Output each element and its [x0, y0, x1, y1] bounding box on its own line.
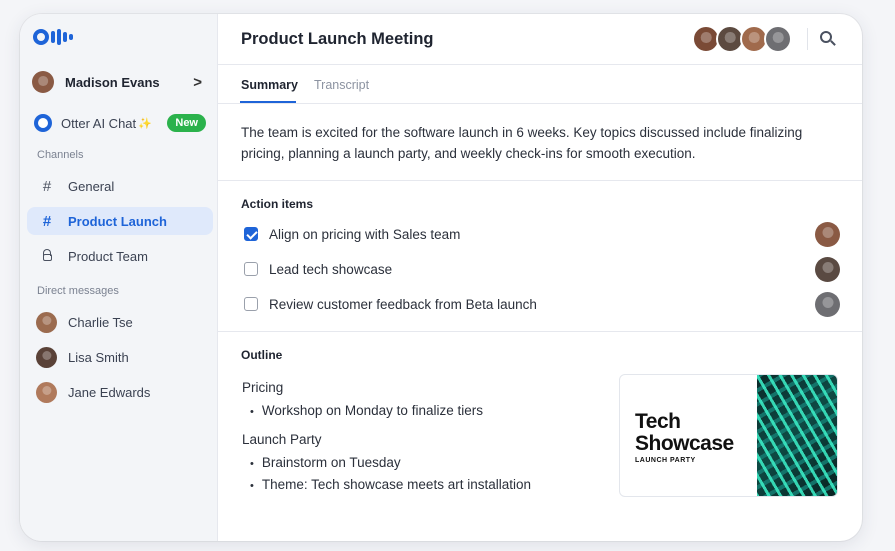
logo-bar — [51, 31, 55, 43]
channel-product-launch[interactable]: # Product Launch — [27, 207, 213, 235]
outline-bullet: Brainstorm on Tuesday — [250, 455, 401, 470]
dm-label: Lisa Smith — [68, 349, 129, 365]
assignee-avatar[interactable] — [815, 256, 840, 282]
avatar — [36, 346, 57, 368]
user-name: Madison Evans — [65, 74, 160, 90]
card-artwork — [757, 375, 837, 496]
otter-chat-label: Otter AI Chat — [61, 115, 137, 131]
channel-label: Product Launch — [68, 213, 167, 229]
tab-transcript[interactable]: Transcript — [314, 78, 369, 92]
outline-heading: Outline — [241, 348, 283, 362]
summary-text: The team is excited for the software lau… — [241, 125, 803, 161]
card-title-line: Tech — [635, 410, 681, 433]
dm-charlie-tse[interactable]: Charlie Tse — [36, 310, 206, 334]
channel-label: Product Team — [68, 248, 148, 264]
otter-ai-chat-item[interactable]: Otter AI Chat ✨ New — [34, 112, 206, 134]
otter-icon — [34, 114, 52, 132]
otter-logo[interactable] — [33, 29, 73, 45]
lock-icon — [39, 248, 55, 265]
channel-product-team[interactable]: Product Team — [27, 242, 213, 270]
logo-bar — [63, 32, 67, 42]
user-avatar — [32, 71, 54, 93]
main-panel: Product Launch Meeting Summary Transcrip… — [218, 14, 862, 541]
action-item-label: Lead tech showcase — [269, 261, 393, 277]
chevron-right-icon: > — [193, 73, 202, 91]
checkbox-checked[interactable] — [244, 227, 258, 241]
outline-section-title: Launch Party — [242, 432, 322, 447]
divider — [807, 28, 808, 50]
assignee-avatar[interactable] — [815, 291, 840, 317]
divider — [218, 331, 862, 332]
channel-label: General — [68, 178, 115, 194]
hash-icon: # — [42, 212, 52, 230]
assignee-avatar[interactable] — [815, 221, 840, 247]
sparkle-icon: ✨ — [138, 117, 152, 130]
action-item-label: Align on pricing with Sales team — [269, 226, 461, 242]
divider — [218, 103, 862, 104]
hash-icon: # — [42, 177, 52, 195]
card-subtitle: LAUNCH PARTY — [635, 457, 696, 464]
new-badge: New — [167, 114, 206, 132]
channel-general[interactable]: # General — [27, 172, 213, 200]
action-item: Review customer feedback from Beta launc… — [244, 291, 840, 317]
direct-messages-label: Direct messages — [37, 285, 119, 297]
action-items-heading: Action items — [241, 197, 314, 211]
checkbox[interactable] — [244, 297, 258, 311]
app-window: Madison Evans > Otter AI Chat ✨ New Chan… — [20, 14, 862, 541]
logo-circle — [33, 29, 49, 45]
dm-jane-edwards[interactable]: Jane Edwards — [36, 380, 206, 404]
avatar[interactable] — [764, 25, 792, 53]
divider — [218, 180, 862, 181]
tech-showcase-image-card[interactable]: Tech Showcase LAUNCH PARTY — [619, 374, 838, 497]
tab-summary[interactable]: Summary — [241, 78, 298, 92]
outline-bullet: Workshop on Monday to finalize tiers — [250, 403, 483, 418]
avatar — [36, 381, 57, 403]
logo-bar — [69, 34, 73, 40]
dm-lisa-smith[interactable]: Lisa Smith — [36, 345, 206, 369]
logo-bar — [57, 29, 61, 45]
divider — [218, 64, 862, 65]
search-icon[interactable] — [820, 31, 836, 47]
card-title-line: Showcase — [635, 432, 734, 455]
card-title: Tech Showcase — [635, 411, 734, 455]
user-profile-row[interactable]: Madison Evans > — [32, 69, 208, 95]
page-title: Product Launch Meeting — [241, 30, 434, 48]
avatar — [36, 311, 57, 333]
channels-label: Channels — [37, 149, 84, 161]
sidebar: Madison Evans > Otter AI Chat ✨ New Chan… — [20, 14, 218, 541]
dm-label: Jane Edwards — [68, 384, 151, 400]
action-item-label: Review customer feedback from Beta launc… — [269, 296, 537, 312]
checkbox[interactable] — [244, 262, 258, 276]
dm-label: Charlie Tse — [68, 314, 133, 330]
participant-avatars[interactable] — [692, 25, 792, 53]
action-item: Align on pricing with Sales team — [244, 221, 840, 247]
outline-section-title: Pricing — [242, 380, 284, 395]
action-item: Lead tech showcase — [244, 256, 840, 282]
outline-bullet: Theme: Tech showcase meets art installat… — [250, 477, 531, 492]
